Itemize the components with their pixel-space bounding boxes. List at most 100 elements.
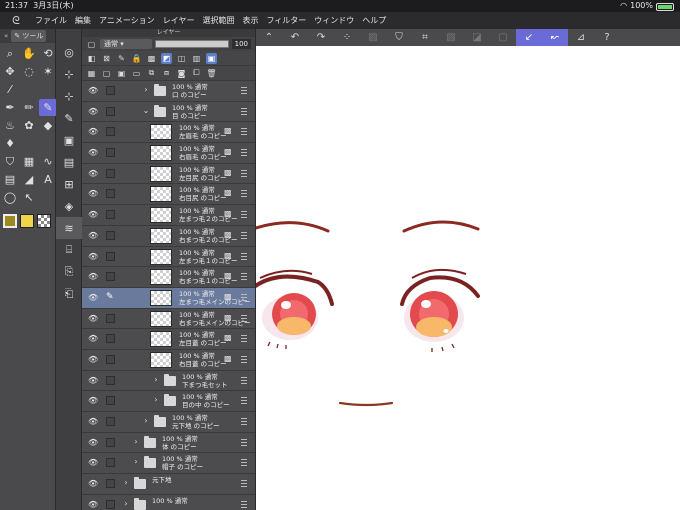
snap-special-ruler-icon[interactable]: ↜ [542, 29, 568, 46]
layer-folder-row[interactable]: 👁 ⌄ 100 % 通常目 のコピー [82, 101, 255, 123]
visibility-eye-icon[interactable]: 👁 [88, 479, 98, 489]
airbrush-icon[interactable]: ♨ [1, 117, 19, 134]
material-icon[interactable]: ⊞ [56, 173, 82, 195]
visibility-eye-icon[interactable]: 👁 [88, 396, 98, 406]
chevron-right-icon[interactable]: › [142, 416, 150, 425]
hand-tool-icon[interactable]: ✋ [20, 45, 38, 62]
combine-down-icon[interactable]: ⧈ [161, 68, 172, 79]
mask-layer-icon[interactable]: ◙ [176, 68, 187, 79]
layer-lock-box[interactable] [106, 375, 115, 385]
move-tool-icon[interactable]: ✥ [1, 63, 19, 80]
lock-layer-icon[interactable]: 🔒 [131, 53, 142, 64]
layer-lock-box[interactable] [106, 148, 115, 158]
layer-lock-box[interactable] [106, 230, 115, 240]
layer-property-icon[interactable]: ◈ [56, 195, 82, 217]
snap-ruler-icon[interactable]: ↙ [516, 29, 542, 46]
balloon-tool-icon[interactable]: ◯ [1, 189, 19, 206]
layer-lock-box[interactable] [106, 313, 115, 323]
layer-lock-box[interactable] [106, 272, 115, 282]
layer-folder-row[interactable]: 👁 › 元下地 [82, 474, 255, 495]
clear-outside-icon[interactable]: ▧ [438, 29, 464, 46]
layer-lock-box[interactable] [106, 106, 115, 116]
correct-line-icon[interactable]: ↖ [20, 189, 38, 206]
layer-handle-icon[interactable] [241, 293, 247, 301]
menu-filter[interactable]: フィルター [266, 15, 306, 26]
chevron-right-icon[interactable]: › [122, 499, 130, 508]
invert-selection-icon[interactable]: ◪ [464, 29, 490, 46]
color-set-icon[interactable]: ▤ [56, 151, 82, 173]
layer-folder-row[interactable]: 👁 › 100 % 通常 下まつ毛セット [82, 370, 255, 392]
menu-window[interactable]: ウィンドウ [314, 15, 354, 26]
layer-handle-icon[interactable] [241, 500, 247, 508]
layer-row[interactable]: 👁 100 % 通常 左目尻 のコピー ▩ [82, 163, 255, 185]
layer-folder-row[interactable]: 👁 › 100 % 通常 元下地 のコピー [82, 412, 255, 433]
blend-tool-icon[interactable]: ♦ [1, 135, 19, 152]
layer-handle-icon[interactable] [241, 335, 247, 343]
new-vector-layer-icon[interactable]: ▣ [116, 68, 127, 79]
visibility-eye-icon[interactable]: 👁 [88, 169, 98, 179]
chevron-right-icon[interactable]: › [152, 395, 160, 404]
menu-selection[interactable]: 選択範囲 [202, 15, 234, 26]
layer-menu-icon[interactable]: ▦ [86, 68, 97, 79]
layer-handle-icon[interactable] [241, 211, 247, 219]
visibility-eye-icon[interactable]: 👁 [88, 86, 98, 96]
menu-file[interactable]: ファイル [35, 15, 67, 26]
rotate-tool-icon[interactable]: ⟲ [39, 45, 57, 62]
layer-lock-box[interactable] [106, 396, 115, 406]
layer-folder-row[interactable]: 👁 › 100 % 通常 目の中 のコピー [82, 391, 255, 412]
brush-size-icon[interactable]: ✎ [56, 107, 82, 129]
menu-edit[interactable]: 編集 [75, 15, 91, 26]
figure-tool-icon[interactable]: ∿ [39, 153, 57, 170]
layer-lock-box[interactable] [106, 210, 115, 220]
transform-icon[interactable]: ⌗ [412, 29, 438, 46]
layer-row[interactable]: 👁 100 % 通常 左目蓋 のコピー ▩ [82, 329, 255, 350]
navigator-icon[interactable]: ◎ [56, 41, 82, 63]
layer-handle-icon[interactable] [241, 397, 247, 405]
eyedropper-icon[interactable]: ⁄ [1, 81, 19, 98]
ruler-tool-icon[interactable]: ◢ [20, 171, 38, 188]
collapse-icon[interactable]: « [4, 32, 8, 40]
layer-color-toggle-icon[interactable]: ▥ [191, 53, 202, 64]
menu-view[interactable]: 表示 [242, 15, 258, 26]
search-layer-icon[interactable]: ⌸ [56, 239, 82, 261]
menu-animation[interactable]: アニメーション [99, 15, 155, 26]
chevron-right-icon[interactable]: › [122, 478, 130, 487]
layer-handle-icon[interactable] [241, 314, 247, 322]
clip-layer-icon[interactable]: ◧ [86, 53, 97, 64]
layer-handle-icon[interactable] [241, 128, 247, 136]
layer-row[interactable]: 👁 ✎ 100 % 通常 左まつ毛メインのコピー ▩ [82, 287, 255, 309]
cut-selection-icon[interactable]: ▢ [490, 29, 516, 46]
layer-handle-icon[interactable] [241, 376, 247, 384]
layer-lock-box[interactable] [106, 354, 115, 364]
mask-enable-icon[interactable]: ◩ [161, 52, 172, 64]
layer-handle-icon[interactable] [241, 438, 247, 446]
selection-layer-icon[interactable]: ▨ [360, 29, 386, 46]
magic-wand-icon[interactable]: ✶ [39, 63, 57, 80]
frame-tool-icon[interactable]: ▤ [1, 171, 19, 188]
layer-lock-box[interactable] [106, 437, 115, 447]
layer-lock-box[interactable] [106, 168, 115, 178]
layer-lock-box[interactable] [106, 189, 115, 199]
ruler-show-icon[interactable]: ◫ [176, 53, 187, 64]
snap-grid-icon[interactable]: ⊿ [568, 29, 594, 46]
layer-color-icon[interactable]: ▢ [86, 39, 97, 50]
draft-layer-icon[interactable]: ✎ [116, 53, 127, 64]
pencil-tool-icon[interactable]: ✏ [20, 99, 38, 116]
reference-layer-icon[interactable]: ⊠ [101, 53, 112, 64]
layer-row[interactable]: 👁 100 % 通常 右眉毛 のコピー ▩ [82, 143, 255, 164]
visibility-eye-icon[interactable]: 👁 [88, 334, 98, 344]
layer-lock-box[interactable] [106, 499, 115, 509]
pen-tool-icon[interactable]: ✒ [1, 99, 19, 116]
tool-property-icon[interactable]: ⊹ [56, 85, 82, 107]
layer-row[interactable]: 👁 100 % 通常 右まつ毛２のコピー ▩ [82, 225, 255, 247]
delete-layer-icon[interactable]: 🗑 [206, 68, 217, 79]
visibility-eye-icon[interactable]: 👁 [88, 252, 98, 262]
layer-lock-box[interactable] [106, 479, 115, 489]
layer-handle-icon[interactable] [241, 273, 247, 281]
history-icon[interactable]: ⎘ [56, 261, 82, 283]
layer-lock-box[interactable] [106, 127, 115, 137]
visibility-eye-icon[interactable]: 👁 [88, 148, 98, 158]
lasso-tool-icon[interactable]: ◌ [20, 63, 38, 80]
sub-tool-icon[interactable]: ⊹ [56, 63, 82, 85]
visibility-eye-icon[interactable]: 👁 [88, 189, 98, 199]
